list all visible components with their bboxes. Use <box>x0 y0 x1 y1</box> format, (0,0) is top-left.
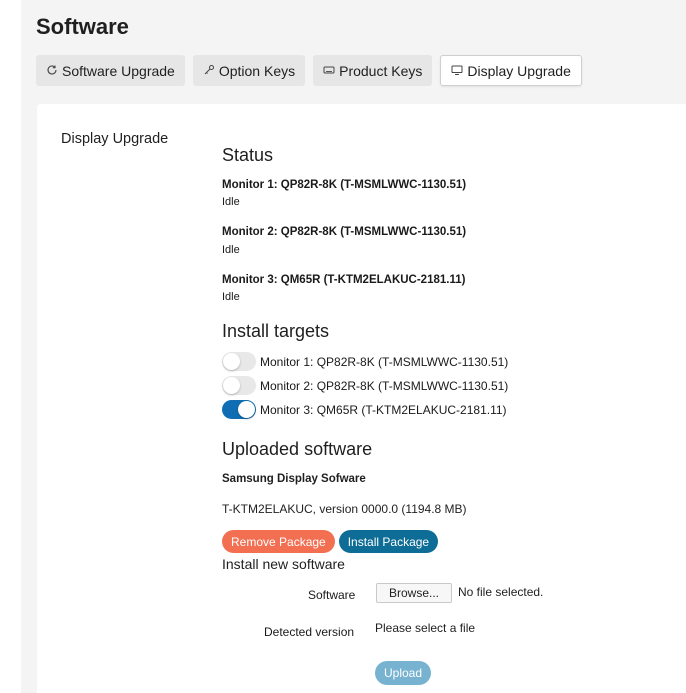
remove-package-button[interactable]: Remove Package <box>222 530 335 553</box>
monitor-status-title: Monitor 3: QM65R (T-KTM2ELAKUC-2181.11) <box>222 274 466 286</box>
monitor-icon <box>451 63 463 79</box>
install-target-toggle[interactable] <box>222 376 256 395</box>
toggle-knob <box>223 377 240 394</box>
uploaded-software-heading: Uploaded software <box>222 439 373 459</box>
tab-label: Display Upgrade <box>467 62 571 79</box>
monitor-status-state: Idle <box>222 196 240 208</box>
tab-software-upgrade[interactable]: Software Upgrade <box>36 55 185 86</box>
install-targets-heading: Install targets <box>222 321 330 341</box>
tab-option-keys[interactable]: Option Keys <box>192 55 306 86</box>
install-target-item: Monitor 1: QP82R-8K (T-MSMLWWC-1130.51) <box>222 352 508 371</box>
content-panel <box>37 104 686 693</box>
install-target-item: Monitor 3: QM65R (T-KTM2ELAKUC-2181.11) <box>222 400 507 419</box>
no-file-text: No file selected. <box>458 585 544 599</box>
tab-label: Option Keys <box>218 62 296 79</box>
install-target-label: Monitor 1: QP82R-8K (T-MSMLWWC-1130.51) <box>260 354 509 369</box>
toggle-knob <box>223 353 240 370</box>
detected-version-label: Detected version <box>264 625 355 639</box>
tab-product-keys[interactable]: Product Keys <box>313 55 433 86</box>
install-target-item: Monitor 2: QP82R-8K (T-MSMLWWC-1130.51) <box>222 376 508 395</box>
status-heading: Status <box>222 145 274 165</box>
page-title: Software <box>36 14 129 39</box>
uploaded-software-version: T-KTM2ELAKUC, version 0000.0 (1194.8 MB) <box>222 502 467 516</box>
monitor-status-title: Monitor 2: QP82R-8K (T-MSMLWWC-1130.51) <box>222 226 467 238</box>
tab-display-upgrade[interactable]: Display Upgrade <box>440 55 582 86</box>
key-icon <box>203 63 215 79</box>
section-label: Display Upgrade <box>61 131 169 147</box>
install-target-label: Monitor 3: QM65R (T-KTM2ELAKUC-2181.11) <box>260 402 507 417</box>
refresh-icon <box>46 63 58 79</box>
install-target-toggle[interactable] <box>222 400 256 419</box>
detected-version-value: Please select a file <box>375 621 476 635</box>
keyboard-icon <box>323 63 335 79</box>
software-field-label: Software <box>308 588 356 602</box>
browse-button[interactable]: Browse... <box>376 583 453 603</box>
package-actions: Remove Package Install Package <box>222 530 439 553</box>
monitor-status-state: Idle <box>222 244 240 256</box>
monitor-status-title: Monitor 1: QP82R-8K (T-MSMLWWC-1130.51) <box>222 179 467 191</box>
install-target-label: Monitor 2: QP82R-8K (T-MSMLWWC-1130.51) <box>260 378 509 393</box>
tab-bar: Software Upgrade Option Keys Product Key… <box>36 55 582 86</box>
uploaded-software-name: Samsung Display Sofware <box>222 473 366 485</box>
tab-label: Product Keys <box>339 62 423 79</box>
install-package-button[interactable]: Install Package <box>338 530 439 553</box>
tab-label: Software Upgrade <box>62 62 175 79</box>
monitor-status-state: Idle <box>222 291 240 303</box>
upload-button[interactable]: Upload <box>375 661 432 685</box>
install-new-heading: Install new software <box>222 556 345 572</box>
install-target-toggle[interactable] <box>222 352 256 371</box>
toggle-knob <box>238 401 255 418</box>
